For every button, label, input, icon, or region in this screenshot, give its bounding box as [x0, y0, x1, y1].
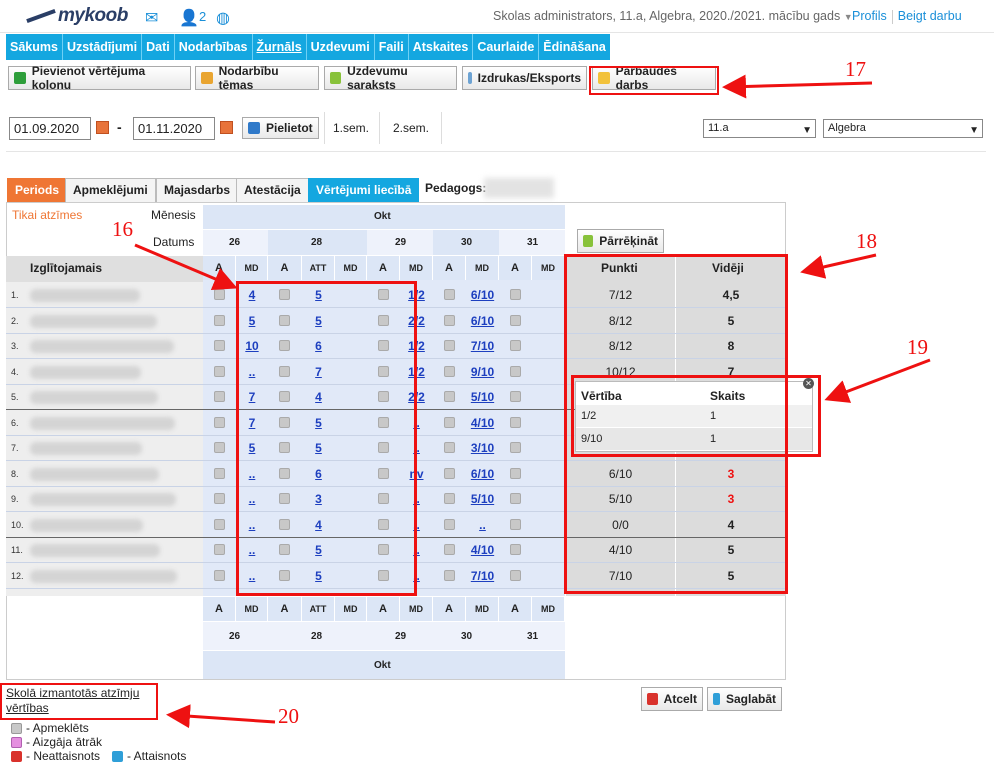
arrow-17 — [722, 74, 873, 99]
arrow-16 — [134, 243, 238, 291]
arrow-18 — [800, 253, 877, 279]
arrow-20 — [166, 704, 276, 729]
annotation-arrows — [134, 74, 931, 729]
arrow-19 — [824, 358, 931, 403]
